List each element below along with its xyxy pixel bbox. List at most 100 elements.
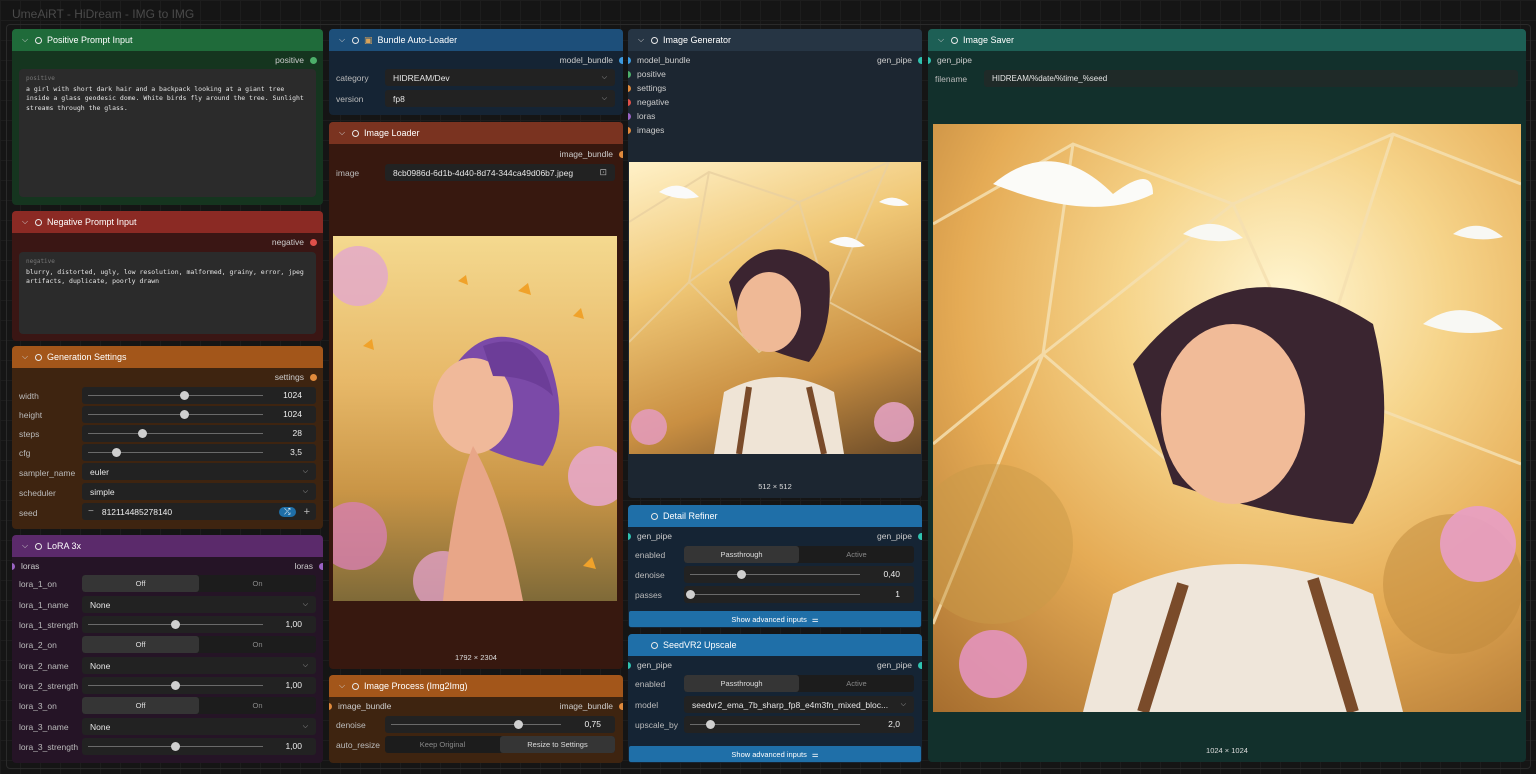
detail-refiner-node[interactable]: ⌵ Detail Refiner gen_pipe gen_pipe enabl… — [628, 505, 922, 628]
folder-icon[interactable]: ⊡ — [599, 167, 607, 178]
loras-input[interactable]: loras — [12, 560, 39, 572]
node-canvas[interactable]: UmeAiRT - HiDream - IMG to IMG ⌵ Positiv… — [0, 0, 1536, 774]
collapse-chevron-icon[interactable]: ⌵ — [20, 352, 30, 362]
refiner-denoise-slider[interactable]: 0,40 — [684, 566, 914, 583]
image-generator-header[interactable]: ⌵ Image Generator — [628, 29, 922, 51]
lora-1-name-select[interactable]: None ⌵ — [82, 596, 316, 613]
lora-2-name-select[interactable]: None ⌵ — [82, 657, 316, 674]
version-select[interactable]: fp8 ⌵ — [385, 90, 615, 107]
seed-decrement-icon[interactable]: − — [88, 506, 94, 517]
output-socket-icon[interactable] — [918, 661, 922, 669]
lora-node[interactable]: ⌵ LoRA 3x loras loras lora_1_on Off On l… — [12, 535, 323, 763]
gen-pipe-output[interactable]: gen_pipe — [877, 530, 922, 542]
refiner-enabled-toggle[interactable]: Passthrough Active — [684, 546, 914, 563]
positive-prompt-textarea[interactable]: positive a girl with short dark hair and… — [19, 69, 316, 197]
output-socket-icon[interactable] — [918, 532, 922, 540]
passthrough-option[interactable]: Passthrough — [684, 675, 799, 692]
positive-output[interactable]: positive — [275, 54, 317, 66]
width-slider[interactable]: 1024 — [82, 387, 316, 404]
toggle-off-option[interactable]: Off — [82, 697, 199, 714]
image-bundle-output[interactable]: image_bundle — [560, 700, 623, 712]
input-socket-icon[interactable] — [628, 98, 631, 106]
input-socket-icon[interactable] — [928, 56, 931, 64]
output-socket-icon[interactable] — [310, 238, 317, 246]
detail-refiner-header[interactable]: ⌵ Detail Refiner — [628, 505, 922, 527]
gen-pipe-input[interactable]: gen_pipe — [628, 530, 672, 542]
slider-thumb[interactable] — [736, 570, 746, 579]
randomize-seed-icon[interactable]: ⤮ — [279, 506, 296, 517]
collapse-chevron-icon[interactable]: ⌵ — [636, 35, 646, 45]
lora-2-strength-slider[interactable]: 1,00 — [82, 677, 316, 694]
slider-thumb[interactable] — [111, 448, 121, 457]
slider-thumb[interactable] — [179, 410, 189, 419]
toggle-on-option[interactable]: On — [199, 697, 316, 714]
slider-thumb[interactable] — [171, 681, 180, 690]
input-socket-icon[interactable] — [628, 56, 631, 64]
input-socket-icon[interactable] — [329, 702, 332, 710]
image-saver-header[interactable]: ⌵ Image Saver — [928, 29, 1526, 51]
active-option[interactable]: Active — [799, 675, 914, 692]
category-select[interactable]: HIDREAM/Dev ⌵ — [385, 69, 615, 86]
active-option[interactable]: Active — [799, 546, 914, 563]
loras-input[interactable]: loras — [628, 110, 655, 122]
seed-increment-icon[interactable]: + — [304, 506, 310, 518]
model-bundle-input[interactable]: model_bundle — [628, 54, 690, 66]
slider-thumb[interactable] — [179, 391, 189, 400]
filename-input[interactable]: HIDREAM/%date/%time_%seed — [984, 70, 1518, 87]
slider-thumb[interactable] — [514, 720, 523, 729]
image-process-node[interactable]: ⌵ Image Process (Img2Img) image_bundle i… — [329, 675, 623, 763]
collapse-chevron-icon[interactable]: ⌵ — [20, 35, 30, 45]
sampler-select[interactable]: euler ⌵ — [82, 463, 316, 480]
auto-resize-toggle[interactable]: Keep Original Resize to Settings — [385, 736, 615, 753]
upscale-by-slider[interactable]: 2,0 — [684, 716, 914, 733]
toggle-off-option[interactable]: Off — [82, 575, 199, 592]
image-saver-node[interactable]: ⌵ Image Saver gen_pipe filename HIDREAM/… — [928, 29, 1526, 762]
negative-prompt-node[interactable]: ⌵ Negative Prompt Input negative negativ… — [12, 211, 323, 341]
seedvr2-node[interactable]: ⌵ SeedVR2 Upscale gen_pipe gen_pipe enab… — [628, 634, 922, 763]
input-socket-icon[interactable] — [628, 126, 631, 134]
passes-slider[interactable]: 1 — [684, 586, 914, 603]
seedvr2-header[interactable]: ⌵ SeedVR2 Upscale — [628, 634, 922, 656]
input-socket-icon[interactable] — [628, 661, 631, 669]
keep-original-option[interactable]: Keep Original — [385, 736, 500, 753]
lora-3-strength-slider[interactable]: 1,00 — [82, 738, 316, 755]
output-socket-icon[interactable] — [310, 373, 317, 381]
input-socket-icon[interactable] — [628, 532, 631, 540]
positive-prompt-node[interactable]: ⌵ Positive Prompt Input positive positiv… — [12, 29, 323, 205]
image-bundle-input[interactable]: image_bundle — [329, 700, 391, 712]
output-socket-icon[interactable] — [310, 56, 317, 64]
slider-thumb[interactable] — [137, 429, 147, 438]
negative-output[interactable]: negative — [272, 236, 317, 248]
passthrough-option[interactable]: Passthrough — [684, 546, 799, 563]
settings-output[interactable]: settings — [275, 371, 317, 383]
image-loader-node[interactable]: ⌵ Image Loader image_bundle image 8cb098… — [329, 122, 623, 669]
image-loader-header[interactable]: ⌵ Image Loader — [329, 122, 623, 144]
output-socket-icon[interactable] — [619, 150, 623, 158]
collapse-chevron-icon[interactable]: ⌵ — [20, 541, 30, 551]
collapse-chevron-icon[interactable]: ⌵ — [337, 35, 347, 45]
upscale-enabled-toggle[interactable]: Passthrough Active — [684, 675, 914, 692]
positive-input[interactable]: positive — [628, 68, 666, 80]
negative-prompt-header[interactable]: ⌵ Negative Prompt Input — [12, 211, 323, 233]
cfg-slider[interactable]: 3,5 — [82, 444, 316, 461]
image-bundle-output[interactable]: image_bundle — [560, 148, 623, 160]
input-socket-icon[interactable] — [628, 84, 631, 92]
lora-1-toggle[interactable]: Off On — [82, 575, 316, 592]
slider-thumb[interactable] — [685, 590, 695, 599]
input-socket-icon[interactable] — [12, 562, 15, 570]
collapse-chevron-icon[interactable]: ⌵ — [337, 681, 347, 691]
lora-1-strength-slider[interactable]: 1,00 — [82, 616, 316, 633]
collapse-chevron-icon[interactable]: ⌵ — [936, 35, 946, 45]
scheduler-select[interactable]: simple ⌵ — [82, 483, 316, 500]
image-file-select[interactable]: 8cb0986d-6d1b-4d40-8d74-344ca49d06b7.jpe… — [385, 164, 615, 181]
show-advanced-inputs-button[interactable]: Show advanced inputs ⚌ — [629, 611, 921, 627]
model-bundle-output[interactable]: model_bundle — [560, 54, 623, 66]
slider-thumb[interactable] — [171, 620, 180, 629]
slider-thumb[interactable] — [705, 720, 715, 729]
toggle-off-option[interactable]: Off — [82, 636, 199, 653]
seed-input[interactable]: − 812114485278140 ⤮ + — [82, 503, 316, 520]
toggle-on-option[interactable]: On — [199, 636, 316, 653]
output-socket-icon[interactable] — [319, 562, 323, 570]
input-socket-icon[interactable] — [628, 70, 631, 78]
lora-2-toggle[interactable]: Off On — [82, 636, 316, 653]
